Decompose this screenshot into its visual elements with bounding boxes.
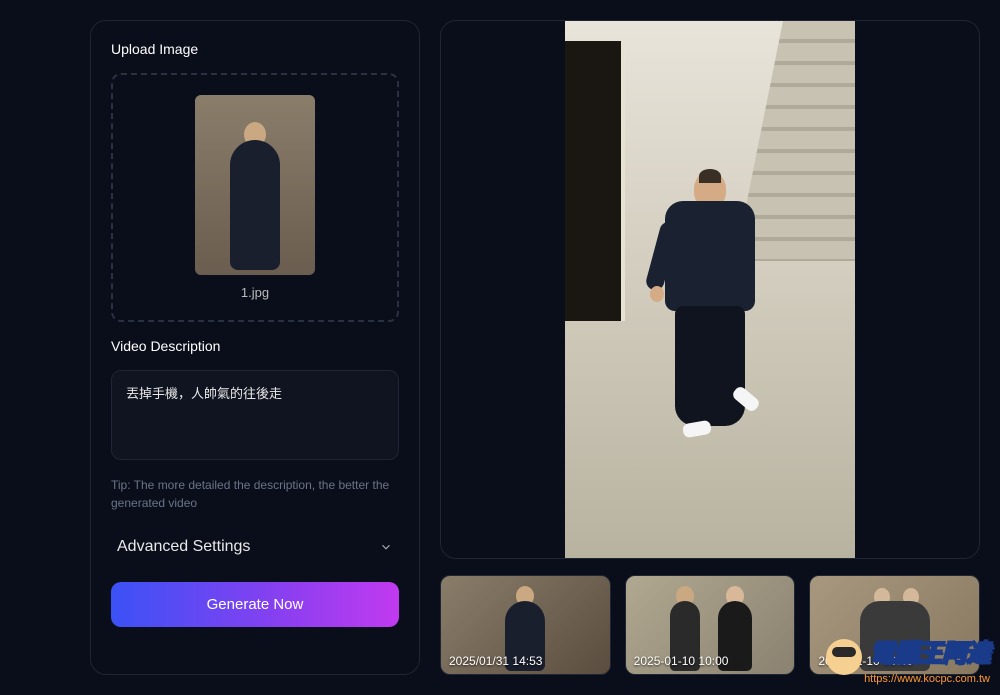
history-timestamp: 2025/01/31 14:53 [449,654,542,668]
preview-panel: 2025/01/31 14:53 2025-01-10 10:00 2025-0… [440,20,980,675]
uploaded-filename: 1.jpg [241,285,269,300]
upload-dropzone[interactable]: 1.jpg [111,73,399,322]
chevron-down-icon [379,540,393,554]
history-item[interactable]: 2025-01-10 09:30 [809,575,980,675]
history-timestamp: 2025-01-10 10:00 [634,654,729,668]
uploaded-thumbnail [195,95,315,275]
generated-video-frame [565,21,855,558]
generate-button[interactable]: Generate Now [111,582,399,627]
history-timestamp: 2025-01-10 09:30 [818,654,913,668]
description-label: Video Description [111,338,399,354]
description-input[interactable] [111,370,399,460]
history-item[interactable]: 2025-01-10 10:00 [625,575,796,675]
advanced-settings-toggle[interactable]: Advanced Settings [111,528,399,566]
upload-label: Upload Image [111,41,399,57]
history-thumbnails: 2025/01/31 14:53 2025-01-10 10:00 2025-0… [440,575,980,675]
description-tip: Tip: The more detailed the description, … [111,476,399,512]
advanced-settings-label: Advanced Settings [117,538,250,556]
main-preview[interactable] [440,20,980,559]
settings-panel: Upload Image 1.jpg Video Description Tip… [90,20,420,675]
history-item[interactable]: 2025/01/31 14:53 [440,575,611,675]
